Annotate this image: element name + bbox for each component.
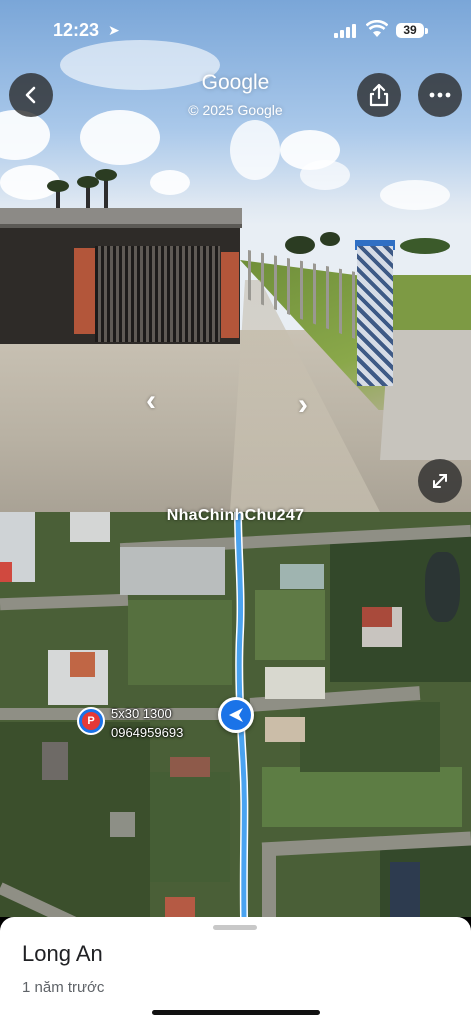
more-options-button[interactable]	[418, 73, 462, 117]
tree-crown	[320, 232, 340, 246]
cloud	[380, 180, 450, 210]
tree-crown	[285, 236, 315, 254]
pin-label-size: 5x30 1300	[111, 706, 172, 721]
tree-crown	[95, 169, 117, 181]
place-name: Long An	[22, 941, 103, 966]
cloud	[80, 110, 160, 165]
more-icon	[429, 92, 451, 98]
battery-tip	[425, 28, 428, 34]
tree-crown	[47, 180, 69, 192]
brick-pillar	[221, 252, 239, 338]
cloud	[300, 160, 350, 190]
location-arrow-icon: ➤	[108, 22, 120, 38]
turn-left-arrow[interactable]: ‹	[146, 386, 156, 416]
share-icon	[369, 83, 389, 107]
cloud	[150, 170, 190, 195]
status-time: 12:23	[53, 20, 100, 40]
wifi-icon	[366, 20, 388, 37]
share-button[interactable]	[357, 73, 401, 117]
road	[380, 330, 471, 460]
parking-pin[interactable]: P	[77, 707, 105, 735]
expand-button[interactable]	[418, 459, 462, 503]
cellular-signal-icon	[334, 24, 358, 38]
tree-trunk	[104, 176, 108, 212]
iron-gate	[95, 246, 220, 342]
brick-pillar	[74, 248, 96, 334]
current-location-marker[interactable]	[218, 697, 254, 733]
copyright-text: © 2025 Google	[188, 102, 283, 118]
navigation-arrow-icon	[229, 708, 243, 722]
status-bar: 12:23 ➤ 39	[0, 0, 471, 60]
tree-crown	[400, 238, 450, 254]
cloud	[230, 120, 280, 180]
bottom-sheet[interactable]: Long An 1 năm trước	[0, 917, 471, 1024]
carport-roof	[0, 208, 242, 228]
pin-label-phone: 0964959693	[111, 725, 184, 740]
sheet-grabber[interactable]	[213, 925, 257, 930]
tiled-pillar	[357, 246, 393, 386]
watermark: NhaChinhChu247	[166, 507, 305, 524]
battery-indicator: 39	[396, 23, 424, 38]
turn-right-arrow[interactable]: ›	[298, 390, 308, 420]
capture-age: 1 năm trước	[22, 979, 105, 996]
parking-icon: P	[82, 712, 100, 730]
home-indicator[interactable]	[152, 1010, 320, 1015]
expand-icon	[433, 474, 447, 488]
